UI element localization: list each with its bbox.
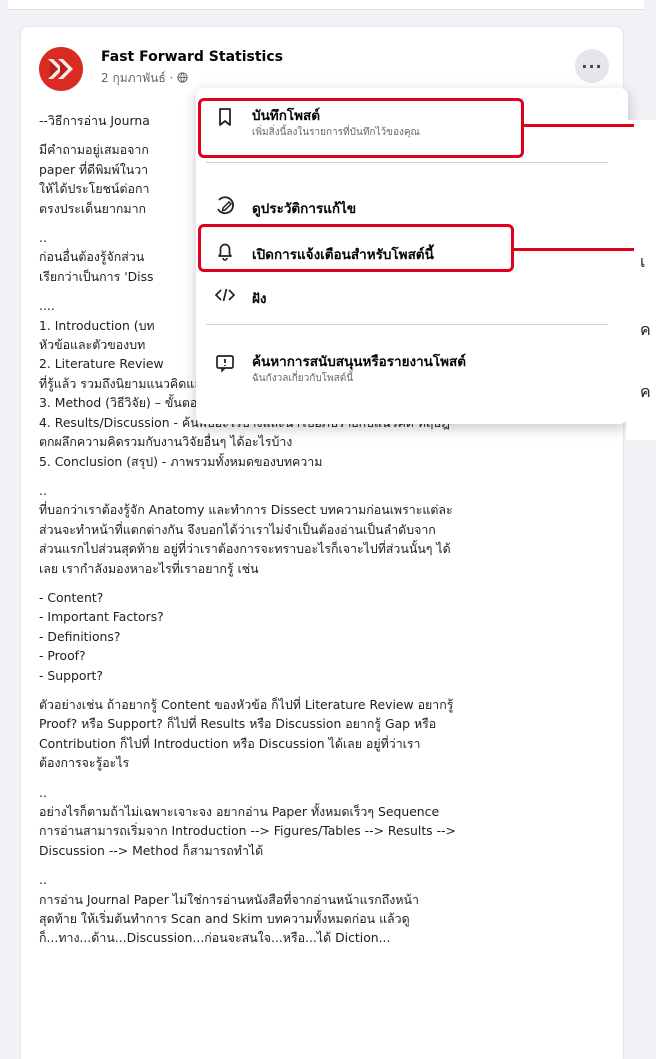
page-name[interactable]: Fast Forward Statistics — [101, 49, 283, 65]
text-line: Discussion --> Method ก็สามารถทำได้ — [39, 842, 264, 858]
list-item: - Proof? — [39, 648, 86, 664]
cropped-text: ค — [640, 382, 651, 401]
menu-label: ฝัง — [252, 291, 267, 307]
highlight-save-post — [198, 98, 524, 158]
text-line: .. — [39, 482, 47, 498]
report-flag-icon — [214, 352, 236, 374]
globe-icon — [177, 71, 188, 85]
text-line: ที่บอกว่าเราต้องรู้จัก Anatomy และทำการ … — [39, 502, 453, 518]
text-line: เลย เรากำลังมองหาอะไรที่เราอยากรู้ เช่น — [39, 560, 259, 576]
paragraph-9: .. การอ่าน Journal Paper ไม่ใช่การอ่านหน… — [39, 870, 609, 948]
more-options-button[interactable]: ··· — [575, 49, 609, 83]
menu-label: ค้นหาการสนับสนุนหรือรายงานโพสต์ — [252, 354, 467, 370]
highlight-pointer-line — [514, 248, 634, 251]
previous-card-edge — [8, 0, 644, 10]
text-line: ตกผลึกความคิดรวมกับงานวิจัยอื่นๆ ได้อะไร… — [39, 434, 293, 450]
list-item: - Support? — [39, 667, 103, 683]
text-line: ส่วนจะทำหน้าที่แตกต่างกัน จึงบอกได้ว่าเร… — [39, 521, 436, 537]
paragraph-6: - Content? - Important Factors? - Defini… — [39, 588, 609, 685]
edit-history-icon — [214, 194, 236, 216]
text-line: ก็...ทาง...ด้าน...Discussion...ก่อนจะสนใ… — [39, 930, 391, 946]
list-item: - Content? — [39, 589, 104, 605]
text-line: Contribution ก็ไปที่ Introduction หรือ D… — [39, 735, 421, 751]
embed-code-icon — [214, 284, 236, 306]
text-line: .. — [39, 872, 47, 888]
list-item: - Definitions? — [39, 628, 121, 644]
menu-divider — [206, 162, 608, 163]
highlight-notifications — [198, 224, 514, 272]
menu-item-embed[interactable]: ฝัง — [196, 270, 628, 322]
post-date-text[interactable]: 2 กุมภาพันธ์ · — [101, 71, 177, 85]
text-line: อย่างไรก็ตามถ้าไม่เฉพาะเจาะจง อยากอ่าน P… — [39, 804, 440, 819]
fast-forward-logo-icon — [39, 47, 83, 91]
page-avatar[interactable] — [39, 47, 83, 91]
text-line: การอ่าน Journal Paper ไม่ใช่การอ่านหนังส… — [39, 891, 419, 907]
text-line: .. — [39, 784, 47, 800]
cropped-text: เ — [640, 252, 646, 271]
cropped-text: ค — [640, 320, 651, 339]
post-date[interactable]: 2 กุมภาพันธ์ · — [101, 69, 188, 88]
text-line: ต้องการจะรู้อะไร — [39, 755, 130, 771]
text-line: สุดท้าย ให้เริ่มต้นทำการ Scan and Skim บ… — [39, 911, 410, 927]
list-item: - Important Factors? — [39, 609, 164, 625]
menu-sublabel: ฉันกังวลเกี่ยวกับโพสต์นี้ — [252, 373, 354, 384]
menu-item-report-post[interactable]: ค้นหาการสนับสนุนหรือรายงานโพสต์ ฉันกังวล… — [196, 338, 628, 390]
paragraph-8: .. อย่างไรก็ตามถ้าไม่เฉพาะเจาะจง อยากอ่า… — [39, 783, 609, 861]
menu-divider — [206, 324, 608, 325]
highlight-pointer-line — [524, 124, 634, 127]
text-line: Proof? หรือ Support? ก็ไปที่ Results หรื… — [39, 716, 437, 732]
text-line: 5. Conclusion (สรุป) - ภาพรวมทั้งหมดของบ… — [39, 453, 323, 469]
text-line: การอ่านสามารถเริ่มจาก Introduction --> F… — [39, 823, 456, 839]
menu-label: ดูประวัติการแก้ไข — [252, 201, 357, 217]
paragraph-7: ตัวอย่างเช่น ถ้าอยากรู้ Content ของหัวข้… — [39, 695, 609, 773]
text-line: ตัวอย่างเช่น ถ้าอยากรู้ Content ของหัวข้… — [39, 696, 454, 712]
text-line: ส่วนแรกไปส่วนสุดท้าย อยู่ที่ว่าเราต้องกา… — [39, 541, 451, 557]
paragraph-5: .. ที่บอกว่าเราต้องรู้จัก Anatomy และทำก… — [39, 481, 609, 578]
